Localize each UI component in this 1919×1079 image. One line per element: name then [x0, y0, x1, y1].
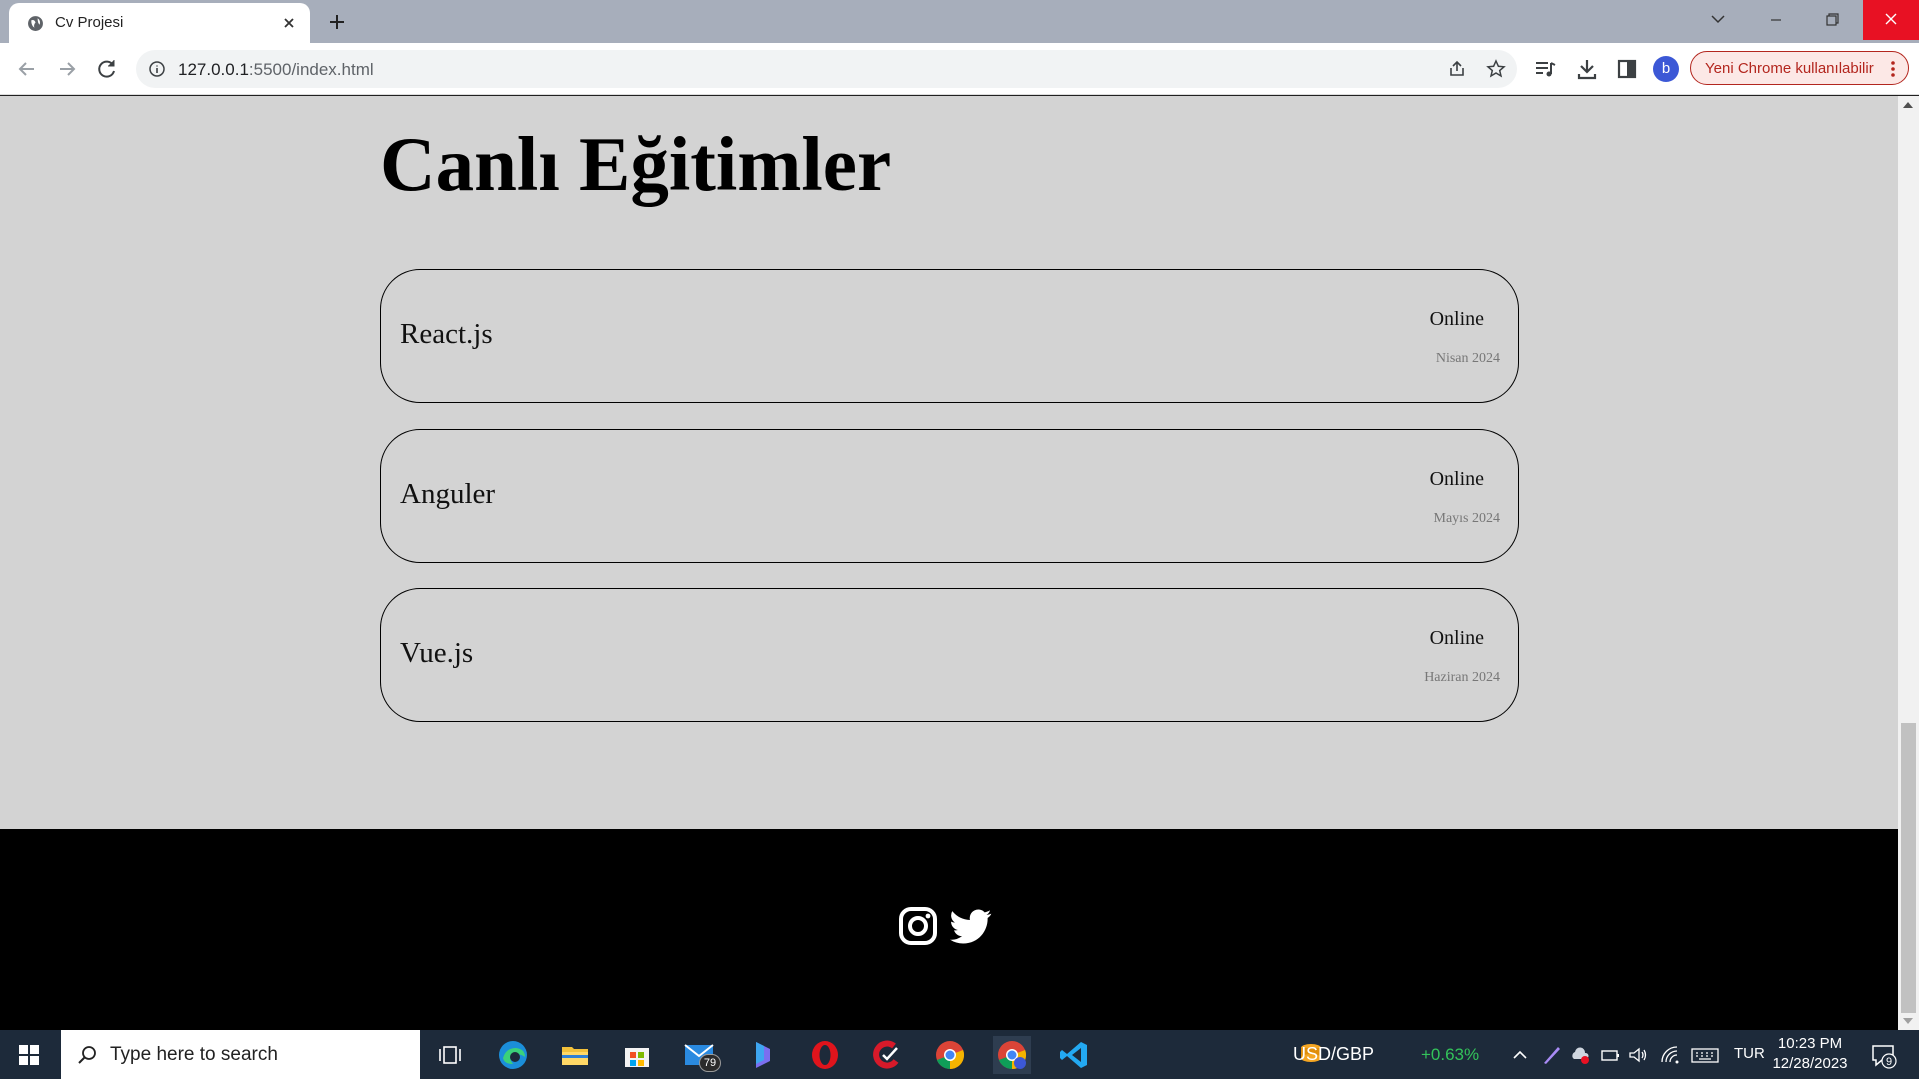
- browser-toolbar: 127.0.0.1:5500/index.html b Yeni Chrome …: [0, 43, 1919, 95]
- course-name: React.js: [400, 318, 493, 350]
- menu-dots-icon: [1891, 61, 1895, 77]
- back-arrow-icon[interactable]: [13, 55, 41, 83]
- restore-icon: [1826, 13, 1839, 26]
- address-bar[interactable]: 127.0.0.1:5500/index.html: [136, 50, 1517, 88]
- task-view-icon[interactable]: [431, 1036, 469, 1074]
- course-date: Mayıs 2024: [1433, 511, 1501, 526]
- course-card: Anguler Online Mayıs 2024: [380, 429, 1519, 563]
- cleaner-app-icon[interactable]: [868, 1036, 906, 1074]
- page-title: Canlı Eğitimler: [380, 121, 892, 207]
- chrome-icon[interactable]: [931, 1036, 969, 1074]
- search-icon: [78, 1046, 96, 1064]
- minimize-button[interactable]: [1748, 0, 1804, 40]
- page-viewport: Canlı Eğitimler React.js Online Nisan 20…: [0, 96, 1919, 1030]
- minimize-icon: [1771, 19, 1781, 21]
- search-placeholder: Type here to search: [110, 1044, 278, 1065]
- reload-icon[interactable]: [93, 55, 121, 83]
- close-tab-icon[interactable]: [278, 12, 300, 34]
- instagram-icon[interactable]: [897, 905, 939, 947]
- input-language[interactable]: TUR: [1734, 1045, 1765, 1062]
- start-button[interactable]: [0, 1030, 60, 1079]
- bing-chat-icon[interactable]: [744, 1036, 782, 1074]
- mail-badge: 79: [699, 1054, 721, 1072]
- browser-titlebar: Cv Projesi: [0, 0, 1919, 43]
- page-footer: [0, 829, 1898, 1030]
- url-host: 127.0.0.1: [178, 60, 249, 79]
- windows-logo-icon: [19, 1045, 39, 1065]
- course-mode: Online: [1429, 627, 1484, 649]
- volume-icon[interactable]: [1627, 1044, 1649, 1066]
- clock-time: 10:23 PM: [1777, 1035, 1843, 1052]
- restore-button[interactable]: [1804, 0, 1860, 40]
- system-clock[interactable]: 10:23 PM 12/28/2023: [1770, 1034, 1850, 1074]
- scrollbar-thumb[interactable]: [1901, 723, 1916, 1013]
- twitter-icon[interactable]: [950, 905, 992, 947]
- notification-icon: 9: [1872, 1045, 1897, 1069]
- ticker-change: +0.63%: [1421, 1045, 1480, 1064]
- scroll-down-arrow-icon[interactable]: [1903, 1018, 1913, 1024]
- keyboard-icon[interactable]: [1690, 1044, 1720, 1066]
- scroll-up-arrow-icon[interactable]: [1903, 102, 1913, 108]
- profile-avatar[interactable]: b: [1653, 56, 1679, 82]
- chevron-down-icon: [1711, 15, 1725, 24]
- course-card: React.js Online Nisan 2024: [380, 269, 1519, 403]
- course-name: Anguler: [400, 478, 496, 510]
- course-card: Vue.js Online Haziran 2024: [380, 588, 1519, 722]
- course-mode: Online: [1429, 468, 1484, 490]
- battery-icon[interactable]: [1599, 1044, 1621, 1066]
- ticker-label[interactable]: USD/GBP: [1293, 1044, 1374, 1065]
- update-label: Yeni Chrome kullanılabilir: [1705, 60, 1874, 77]
- wifi-icon[interactable]: [1659, 1044, 1681, 1066]
- close-window-button[interactable]: [1863, 0, 1919, 40]
- chevron-up-icon[interactable]: [1509, 1044, 1531, 1066]
- opera-icon[interactable]: [806, 1036, 844, 1074]
- mail-app[interactable]: 79: [681, 1036, 721, 1074]
- notification-count: 9: [1886, 1056, 1892, 1068]
- forward-arrow-icon[interactable]: [53, 55, 81, 83]
- star-icon[interactable]: [1486, 59, 1506, 79]
- windows-taskbar: Type here to search 79 USD/GBP +0.63% TU…: [0, 1030, 1919, 1079]
- course-mode: Online: [1429, 308, 1484, 330]
- microsoft-store-icon[interactable]: [618, 1036, 656, 1074]
- chrome-update-button[interactable]: Yeni Chrome kullanılabilir: [1690, 51, 1909, 85]
- share-icon[interactable]: [1447, 59, 1467, 79]
- edge-icon[interactable]: [494, 1036, 532, 1074]
- side-panel-icon[interactable]: [1613, 55, 1641, 83]
- tab-title: Cv Projesi: [55, 14, 124, 31]
- url-text[interactable]: 127.0.0.1:5500/index.html: [178, 60, 374, 80]
- course-date: Haziran 2024: [1424, 670, 1500, 685]
- tab-search-button[interactable]: [1690, 0, 1746, 40]
- clock-date: 12/28/2023: [1772, 1055, 1848, 1072]
- file-explorer-icon[interactable]: [556, 1036, 594, 1074]
- pen-icon[interactable]: [1540, 1044, 1562, 1066]
- close-icon: [1885, 13, 1897, 25]
- cloud-error-icon[interactable]: [1569, 1044, 1591, 1066]
- info-icon[interactable]: [149, 61, 165, 77]
- url-path: :5500/index.html: [248, 60, 374, 79]
- download-icon[interactable]: [1573, 55, 1601, 83]
- browser-tab[interactable]: Cv Projesi: [9, 3, 310, 43]
- course-name: Vue.js: [400, 637, 474, 669]
- chrome-profile-icon[interactable]: [993, 1036, 1031, 1074]
- page-scrollbar[interactable]: [1898, 96, 1919, 1030]
- globe-icon: [28, 16, 43, 31]
- new-tab-icon[interactable]: [322, 7, 352, 37]
- notification-center[interactable]: 9: [1868, 1040, 1898, 1070]
- reading-list-icon[interactable]: [1531, 55, 1559, 83]
- taskbar-search[interactable]: Type here to search: [61, 1030, 420, 1079]
- vscode-icon[interactable]: [1055, 1036, 1093, 1074]
- course-date: Nisan 2024: [1435, 351, 1500, 366]
